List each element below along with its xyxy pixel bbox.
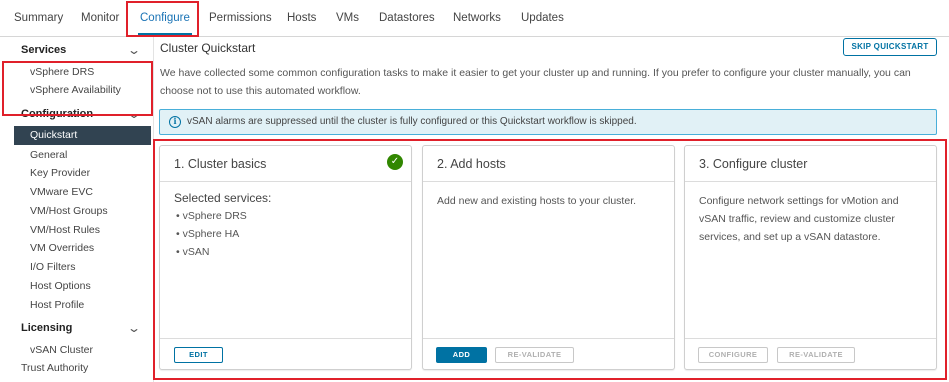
sidebar-item-quickstart[interactable]: Quickstart	[14, 126, 151, 145]
highlight-box-cards	[153, 139, 947, 380]
chevron-down-icon[interactable]: ⌄	[127, 321, 141, 335]
highlight-box-configuration	[2, 61, 153, 116]
sidebar-item-vm-overrides[interactable]: VM Overrides	[30, 242, 94, 254]
tab-summary[interactable]: Summary	[14, 12, 63, 24]
sidebar-header-licensing[interactable]: Licensing	[21, 322, 72, 334]
sidebar-item-vmware-evc[interactable]: VMware EVC	[30, 186, 93, 198]
chevron-down-icon[interactable]: ⌄	[127, 43, 141, 57]
page-title: Cluster Quickstart	[160, 41, 256, 55]
sidebar-item-vm-host-rules[interactable]: VM/Host Rules	[30, 224, 100, 236]
sidebar-item-host-profile[interactable]: Host Profile	[30, 299, 84, 311]
tab-updates[interactable]: Updates	[521, 12, 564, 24]
info-alert: i vSAN alarms are suppressed until the c…	[159, 109, 937, 135]
info-icon: i	[169, 116, 181, 128]
tab-hosts[interactable]: Hosts	[287, 12, 316, 24]
tab-datastores[interactable]: Datastores	[379, 12, 435, 24]
tab-vms[interactable]: VMs	[336, 12, 359, 24]
tab-permissions[interactable]: Permissions	[209, 12, 272, 24]
sidebar-item-vsan-cluster[interactable]: vSAN Cluster	[30, 344, 93, 356]
sidebar-item-trust-authority[interactable]: Trust Authority	[21, 362, 88, 374]
alert-text: vSAN alarms are suppressed until the clu…	[187, 116, 637, 127]
sidebar-item-io-filters[interactable]: I/O Filters	[30, 261, 76, 273]
tab-networks[interactable]: Networks	[453, 12, 501, 24]
highlight-box-configure-tab	[126, 1, 199, 37]
tab-monitor[interactable]: Monitor	[81, 12, 119, 24]
sidebar-item-general[interactable]: General	[30, 149, 67, 161]
skip-quickstart-button[interactable]: SKIP QUICKSTART	[843, 38, 937, 56]
sidebar-item-key-provider[interactable]: Key Provider	[30, 167, 90, 179]
sidebar-item-host-options[interactable]: Host Options	[30, 280, 91, 292]
intro-text: We have collected some common configurat…	[160, 67, 911, 97]
sidebar-item-vm-host-groups[interactable]: VM/Host Groups	[30, 205, 108, 217]
sidebar-header-services[interactable]: Services	[21, 44, 66, 56]
